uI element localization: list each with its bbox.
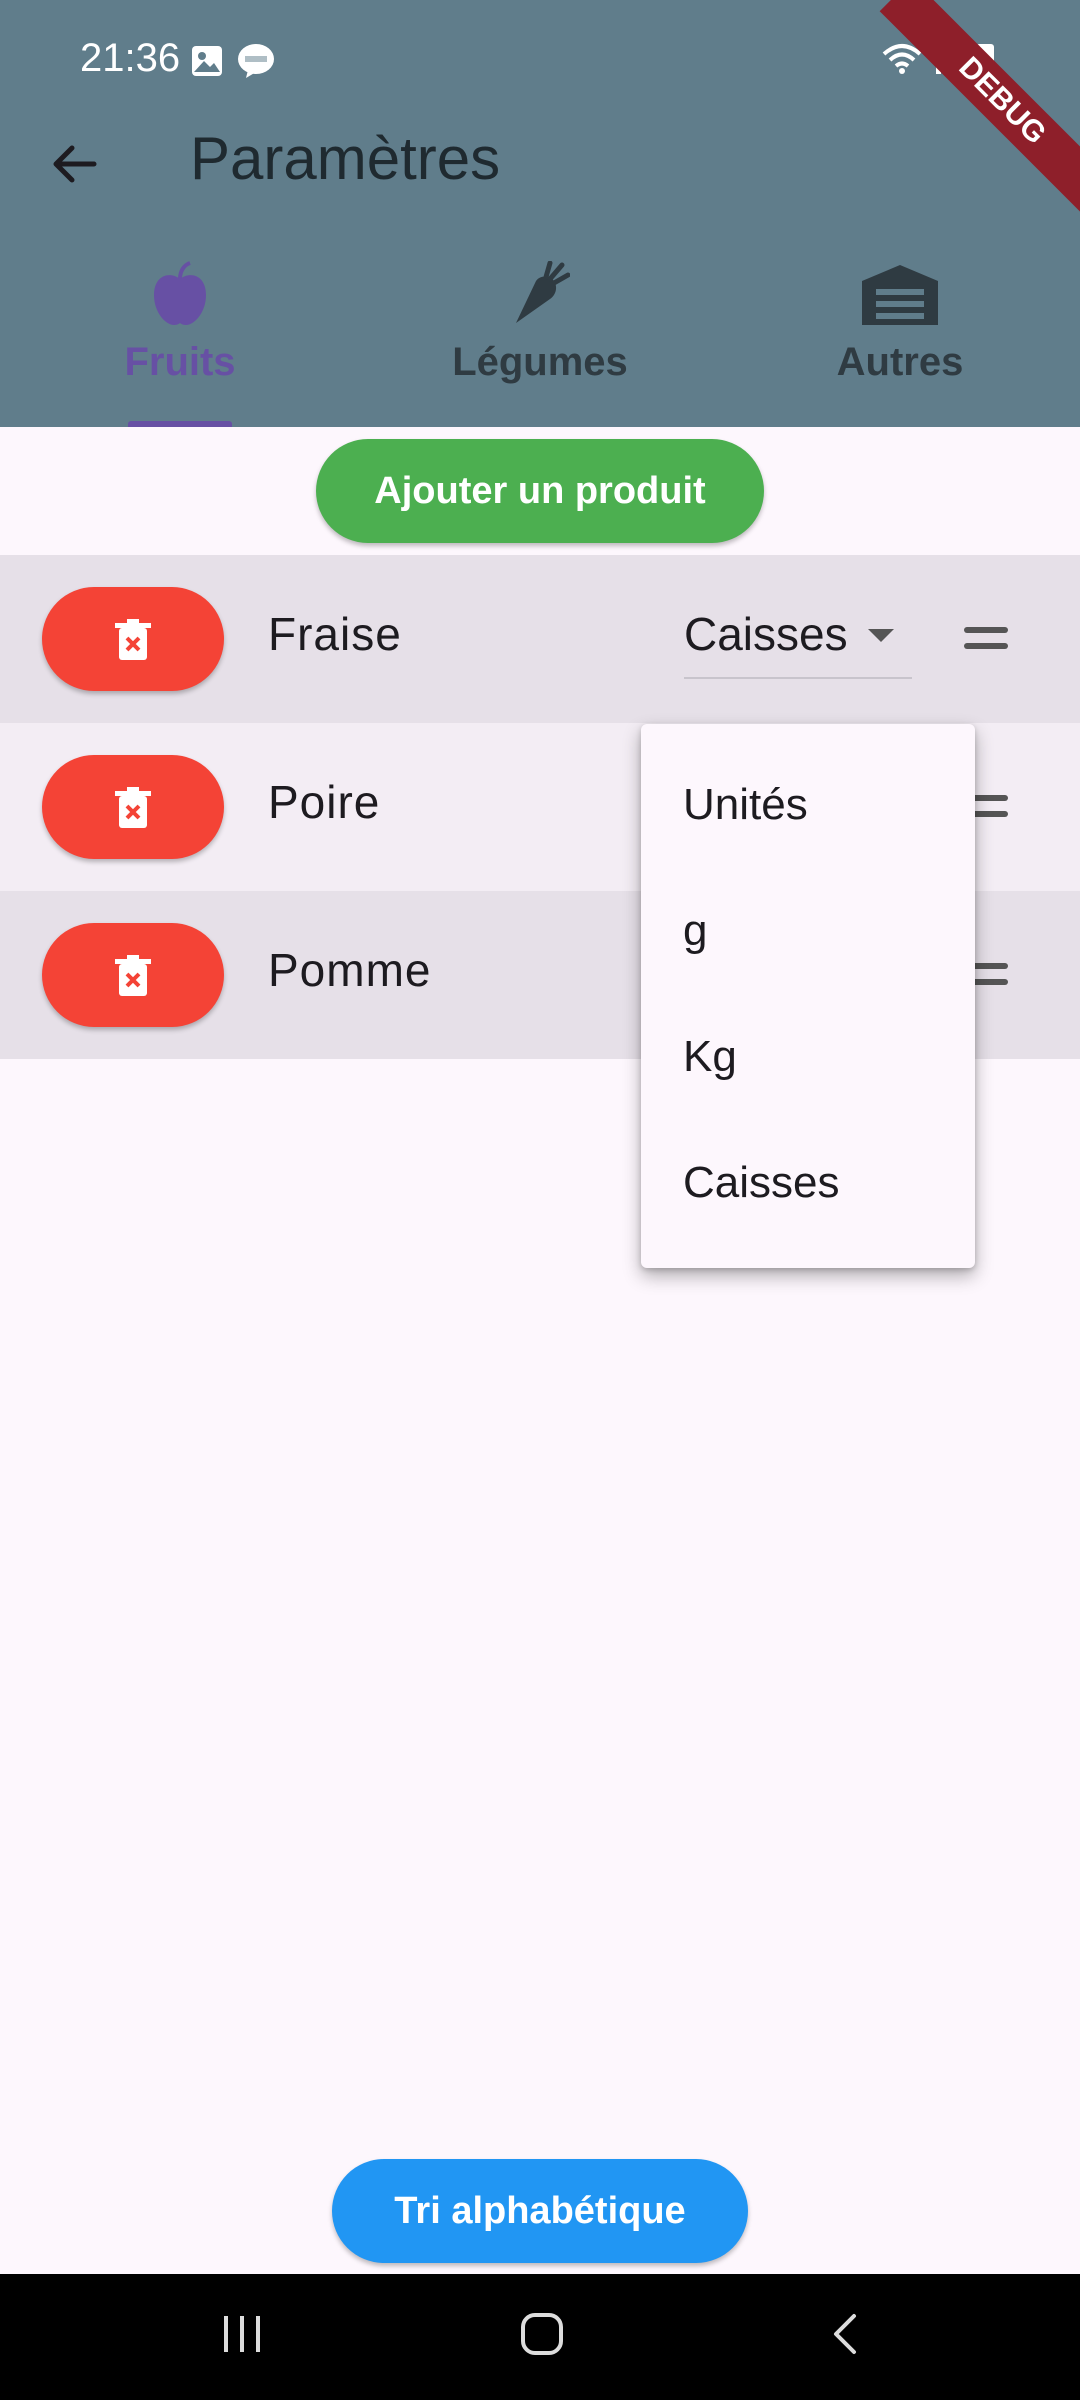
back-nav-icon[interactable] bbox=[824, 2312, 868, 2361]
wifi-icon bbox=[882, 44, 922, 68]
product-name: Fraise bbox=[268, 608, 402, 660]
delete-button[interactable] bbox=[42, 755, 224, 859]
storage-icon bbox=[860, 261, 940, 327]
delete-icon bbox=[115, 619, 151, 660]
back-button[interactable] bbox=[46, 136, 102, 192]
drag-handle-icon[interactable] bbox=[964, 627, 1008, 651]
product-name: Poire bbox=[268, 776, 381, 828]
carrot-icon bbox=[510, 260, 571, 327]
unit-dropdown[interactable]: Caisses bbox=[684, 585, 912, 679]
apple-icon bbox=[150, 261, 210, 327]
status-time: 21:36 bbox=[80, 36, 181, 80]
tab-autres[interactable]: Autres bbox=[720, 255, 1080, 427]
add-product-button[interactable]: Ajouter un produit bbox=[316, 439, 764, 543]
tab-legumes[interactable]: Légumes bbox=[360, 255, 720, 427]
gallery-notification-icon bbox=[190, 44, 224, 83]
unit-value: Caisses bbox=[684, 608, 848, 660]
tab-fruits[interactable]: Fruits bbox=[0, 255, 360, 427]
tab-label: Autres bbox=[836, 340, 964, 384]
product-row: Fraise Caisses bbox=[0, 555, 1080, 723]
unit-option[interactable]: Kg bbox=[683, 1032, 737, 1082]
delete-icon bbox=[115, 787, 151, 828]
unit-option[interactable]: g bbox=[683, 906, 707, 956]
sort-alphabetical-button[interactable]: Tri alphabétique bbox=[332, 2159, 748, 2263]
arrow-back-icon bbox=[53, 145, 97, 183]
app-bar: 21:36 DEBUG Paramètres Fruits Légumes Au… bbox=[0, 0, 1080, 427]
line-app-icon bbox=[236, 42, 276, 85]
category-tabs: Fruits Légumes Autres bbox=[0, 255, 1080, 427]
system-nav-bar bbox=[0, 2274, 1080, 2400]
delete-icon bbox=[115, 955, 151, 996]
tab-indicator bbox=[128, 421, 232, 427]
recent-apps-icon[interactable] bbox=[220, 2312, 264, 2361]
unit-option[interactable]: Caisses bbox=[683, 1158, 840, 1208]
delete-button[interactable] bbox=[42, 923, 224, 1027]
tab-label: Fruits bbox=[124, 340, 236, 384]
page-title: Paramètres bbox=[190, 125, 501, 192]
unit-option[interactable]: Unités bbox=[683, 780, 808, 830]
dropdown-arrow-icon bbox=[868, 629, 894, 642]
unit-dropdown-menu: Unités g Kg Caisses bbox=[641, 724, 975, 1268]
home-icon[interactable] bbox=[520, 2312, 564, 2361]
tab-label: Légumes bbox=[452, 340, 628, 384]
product-name: Pomme bbox=[268, 944, 432, 996]
delete-button[interactable] bbox=[42, 587, 224, 691]
